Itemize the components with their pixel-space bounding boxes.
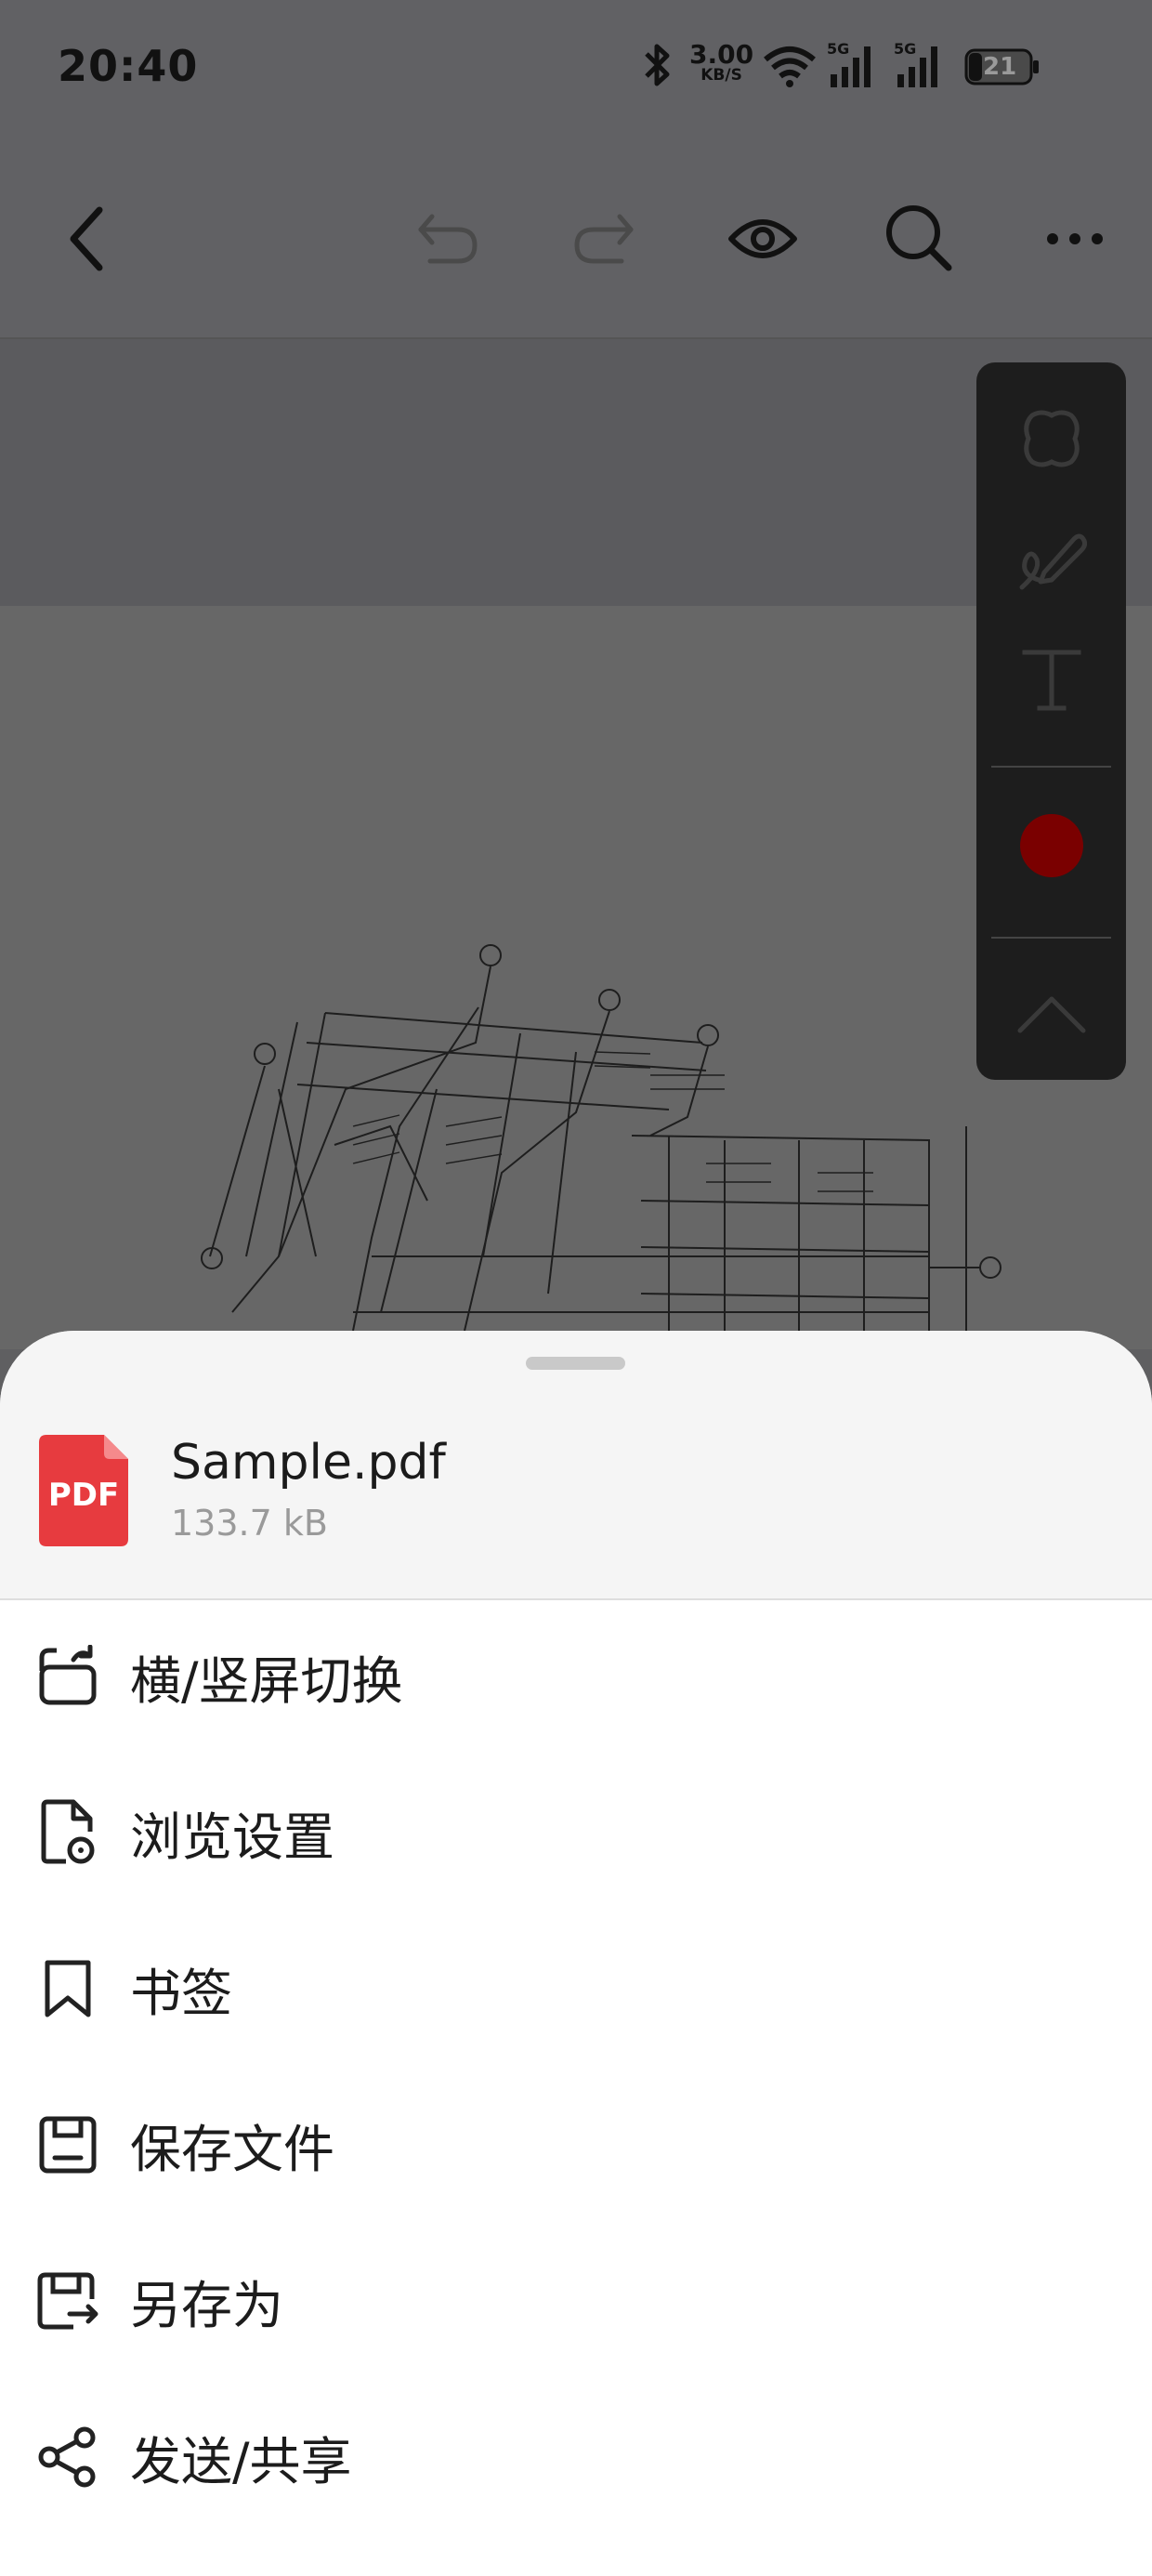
file-info-header: PDF Sample.pdf 133.7 kB	[0, 1331, 1152, 1600]
menu-item-save[interactable]: 保存文件	[0, 2067, 1152, 2223]
back-button[interactable]	[54, 192, 119, 285]
pen-tool-button[interactable]	[976, 502, 1126, 613]
net-speed: 3.00 KB/S	[689, 42, 753, 85]
eye-icon	[728, 219, 797, 258]
tool-separator	[991, 766, 1111, 768]
pdf-file-icon: PDF	[39, 1435, 128, 1546]
menu-item-view-settings[interactable]: 浏览设置	[0, 1755, 1152, 1911]
status-time: 20:40	[58, 41, 199, 91]
menu-item-share[interactable]: 发送/共享	[0, 2379, 1152, 2535]
pen-icon	[1019, 533, 1087, 590]
svg-text:5G: 5G	[894, 40, 916, 58]
svg-text:5G: 5G	[827, 40, 849, 58]
redo-icon	[574, 214, 634, 264]
sheet-drag-handle[interactable]	[526, 1357, 625, 1370]
menu-item-label: 横/竖屏切换	[130, 1651, 403, 1711]
bookmark-icon	[35, 1956, 100, 2021]
menu-item-label: 另存为	[130, 2276, 284, 2335]
save-as-icon	[35, 2268, 100, 2333]
undo-button[interactable]	[409, 200, 487, 278]
search-button[interactable]	[877, 196, 961, 280]
menu-item-bookmark[interactable]: 书签	[0, 1911, 1152, 2067]
menu-item-label: 浏览设置	[130, 1807, 335, 1867]
file-name: Sample.pdf	[171, 1435, 446, 1491]
menu-item-label: 保存文件	[130, 2120, 335, 2179]
share-icon	[35, 2425, 100, 2490]
pdf-badge-text: PDF	[47, 1477, 120, 1514]
collapse-icon	[1017, 996, 1085, 1033]
menu-item-save-as[interactable]: 另存为	[0, 2223, 1152, 2379]
more-button[interactable]	[1033, 200, 1117, 278]
more-options-sheet: PDF Sample.pdf 133.7 kB 横/竖屏切换 浏览设置 书签 保…	[0, 1331, 1152, 2576]
view-settings-icon	[35, 1799, 100, 1865]
preview-button[interactable]	[721, 200, 805, 278]
top-toolbar	[0, 135, 1152, 339]
file-size: 133.7 kB	[171, 1503, 328, 1544]
color-icon	[1019, 814, 1083, 877]
tool-separator	[991, 937, 1111, 939]
text-tool-button[interactable]	[976, 623, 1126, 734]
annotation-toolbar	[976, 362, 1126, 1080]
menu-item-label: 书签	[130, 1964, 233, 2023]
redo-button[interactable]	[565, 200, 643, 278]
color-picker-button[interactable]	[976, 790, 1126, 901]
rotate-screen-icon	[35, 1644, 100, 1709]
text-icon	[1022, 650, 1080, 711]
menu-item-label: 发送/共享	[130, 2432, 352, 2491]
undo-icon	[418, 214, 478, 264]
signal-icon-2: 5G	[894, 39, 948, 93]
status-icons: 3.00 KB/S 5G 5G 21	[641, 39, 1078, 97]
save-icon	[35, 2112, 100, 2177]
shape-icon	[1023, 410, 1080, 467]
collapse-tools-button[interactable]	[976, 957, 1126, 1069]
menu-item-rotate-screen[interactable]: 横/竖屏切换	[0, 1598, 1152, 1755]
wifi-icon	[762, 45, 818, 93]
battery-level: 21	[983, 53, 1017, 81]
signal-icon-1: 5G	[827, 39, 881, 93]
bluetooth-icon	[641, 41, 674, 93]
shape-tool-button[interactable]	[976, 383, 1126, 494]
search-icon	[886, 205, 952, 271]
back-icon	[70, 206, 103, 271]
more-icon	[1047, 233, 1103, 244]
status-bar: 20:40 3.00 KB/S 5G 5G 21	[0, 0, 1152, 135]
